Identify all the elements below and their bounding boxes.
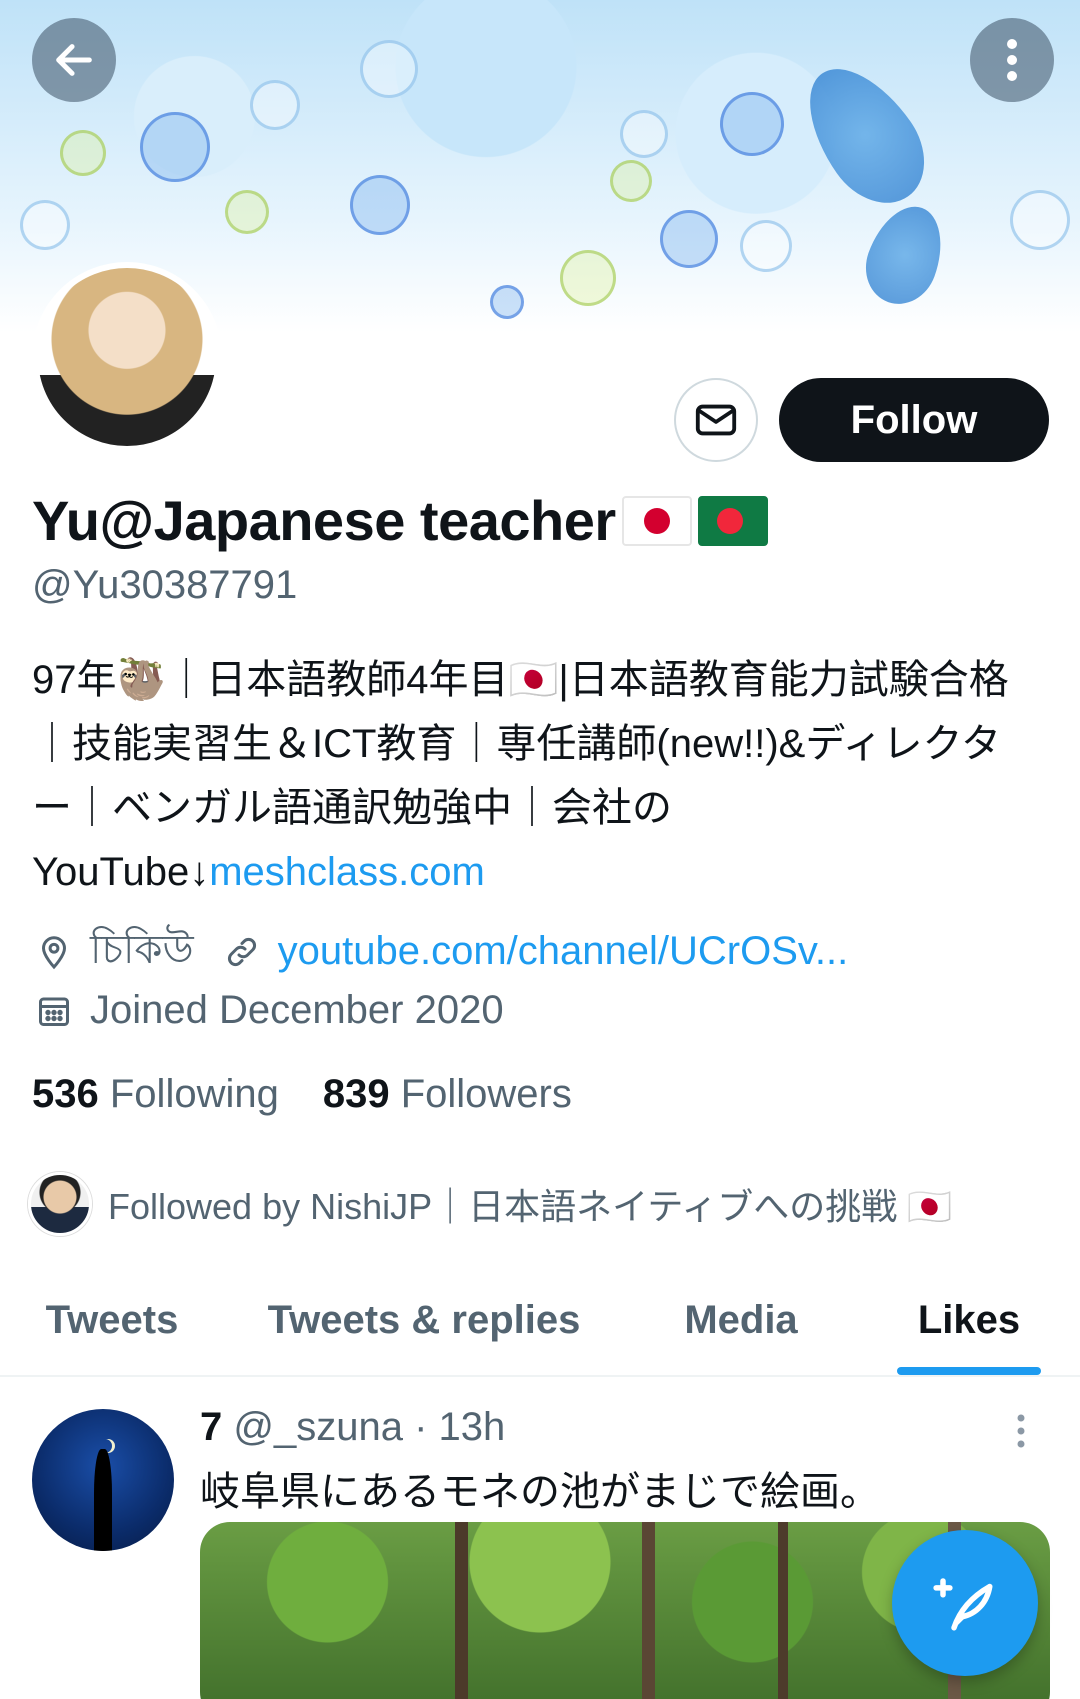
compose-tweet-icon	[933, 1578, 993, 1631]
banner-bubble	[1010, 190, 1070, 250]
followers-count: 839	[322, 1072, 390, 1116]
banner-bubble	[660, 210, 718, 268]
banner-bubble	[140, 112, 210, 182]
followed-by-text: Followed by NishiJP｜日本語ネイティブへの挑戦 🇯🇵	[108, 1186, 953, 1227]
followers-label: Followers	[400, 1072, 572, 1116]
banner-bubble	[250, 80, 300, 130]
bio-text: 97年🦥｜日本語教師4年目🇯🇵|日本語教育能力試験合格｜技能実習生＆ICT教育｜…	[32, 658, 1009, 894]
tweet-author-handle[interactable]: @_szuna	[233, 1405, 403, 1449]
location-pin-icon	[32, 930, 76, 974]
banner-bubble	[20, 200, 70, 250]
following-stat[interactable]: 536 Following	[32, 1072, 279, 1117]
banner-bubble	[225, 190, 269, 234]
banner-bubble	[610, 160, 652, 202]
banner-bubble	[490, 285, 524, 319]
tweet-header: 7 @_szuna · 13h	[200, 1405, 505, 1450]
tweet-author-name[interactable]: 7	[200, 1405, 222, 1449]
arrow-left-icon	[56, 44, 92, 76]
banner-fish	[855, 196, 955, 314]
bio-link[interactable]: meshclass.com	[209, 850, 485, 894]
profile-website-link[interactable]: youtube.com/channel/UCrOSv...	[278, 929, 849, 974]
banner-bubble	[350, 175, 410, 235]
compose-tweet-button[interactable]	[892, 1530, 1038, 1676]
following-count: 536	[32, 1072, 99, 1116]
profile-joined-date: Joined December 2020	[90, 988, 504, 1032]
tab-tweets[interactable]: Tweets	[0, 1265, 224, 1375]
message-button[interactable]	[674, 378, 758, 462]
profile-tabs: Tweets Tweets & replies Media Likes	[0, 1265, 1080, 1377]
tweet-more-button[interactable]	[1016, 1413, 1026, 1449]
tab-likes[interactable]: Likes	[858, 1265, 1080, 1375]
more-vertical-icon	[1017, 1414, 1025, 1448]
tab-media[interactable]: Media	[624, 1265, 858, 1375]
active-tab-indicator	[897, 1367, 1041, 1375]
profile-stats: 536 Following 839 Followers	[32, 1072, 572, 1117]
profile-avatar[interactable]	[32, 262, 222, 452]
profile-meta-location-website: চিকিউ youtube.com/channel/UCrOSv...	[32, 918, 848, 985]
tab-tweets-label: Tweets	[45, 1297, 179, 1342]
link-icon	[220, 930, 264, 974]
tweet-separator: ·	[414, 1405, 428, 1449]
envelope-icon	[695, 404, 737, 436]
banner-bubble	[360, 40, 418, 98]
banner-bubble	[720, 92, 784, 156]
banner-bubble	[620, 110, 668, 158]
banner-bubble	[740, 220, 792, 272]
calendar-icon	[32, 989, 76, 1033]
avatar-tree	[94, 1449, 112, 1551]
banner-bubble	[60, 130, 106, 176]
tweet-time[interactable]: 13h	[439, 1405, 506, 1449]
tweet-text: 岐阜県にあるモネの池がまじで絵画。	[200, 1470, 880, 1514]
banner-bubble	[560, 250, 616, 306]
follower-avatar	[28, 1172, 92, 1236]
flag-bangladesh-icon	[697, 495, 768, 546]
back-button[interactable]	[32, 18, 116, 102]
more-options-button[interactable]	[970, 18, 1054, 102]
following-label: Following	[109, 1072, 279, 1116]
tab-media-label: Media	[684, 1297, 798, 1342]
more-vertical-icon	[1007, 39, 1017, 81]
profile-bio: 97年🦥｜日本語教師4年目🇯🇵|日本語教育能力試験合格｜技能実習生＆ICT教育｜…	[32, 648, 1032, 904]
flag-japan-icon	[621, 495, 692, 546]
tab-likes-label: Likes	[917, 1297, 1021, 1342]
followers-stat[interactable]: 839 Followers	[323, 1072, 572, 1117]
profile-location: চিকিউ	[90, 928, 194, 972]
tweet-author-avatar[interactable]	[32, 1409, 174, 1551]
display-name-row: Yu@Japanese teacher	[32, 488, 768, 553]
followed-by-row[interactable]: Followed by NishiJP｜日本語ネイティブへの挑戦 🇯🇵	[28, 1172, 952, 1236]
tab-tweets-replies[interactable]: Tweets & replies	[224, 1265, 624, 1375]
display-name: Yu@Japanese teacher	[32, 489, 616, 552]
profile-meta-joined: Joined December 2020	[32, 988, 504, 1033]
profile-handle: @Yu30387791	[32, 563, 298, 607]
tab-tweets-replies-label: Tweets & replies	[267, 1297, 581, 1342]
follow-button[interactable]: Follow	[779, 378, 1049, 462]
banner-fish	[785, 47, 945, 223]
